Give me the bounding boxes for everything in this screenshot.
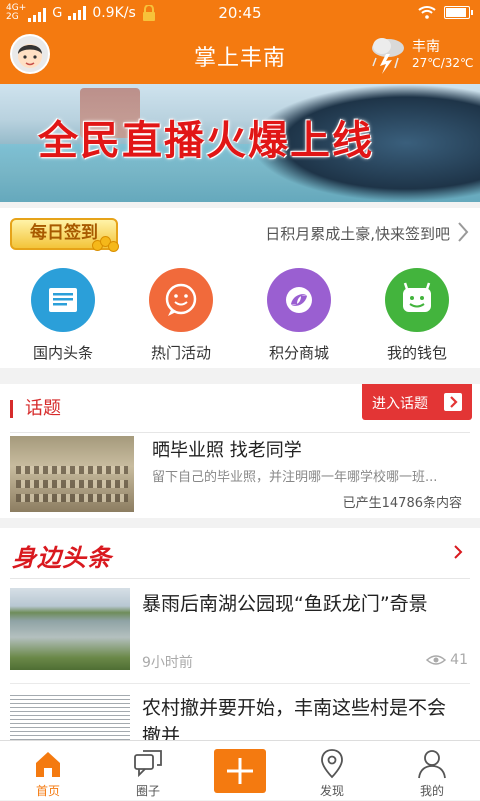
plus-icon — [227, 758, 253, 784]
newspaper-icon — [31, 268, 95, 332]
quick-link-hot-events[interactable]: 热门活动 — [121, 268, 241, 368]
smile-chat-icon — [149, 268, 213, 332]
thunderstorm-icon — [372, 38, 404, 74]
local-news-section: 身边头条 暴雨后南湖公园现“鱼跃龙门”奇景 9小时前 41 农村撤并要开始，丰南… — [0, 528, 480, 740]
topic-heading: 话题 — [10, 400, 61, 418]
tab-label: 首页 — [35, 784, 60, 798]
news-thumbnail-document — [10, 692, 130, 740]
news-item[interactable]: 农村撤并要开始，丰南这些村是不会撤并 — [10, 684, 470, 740]
swirl-icon — [267, 268, 331, 332]
quick-link-label: 我的钱包 — [386, 344, 447, 362]
local-news-divider — [10, 578, 470, 579]
wifi-icon — [418, 6, 436, 19]
wallet-face-icon — [385, 268, 449, 332]
tab-home[interactable]: 首页 — [0, 741, 96, 801]
quick-link-label: 热门活动 — [150, 344, 211, 362]
add-post-button[interactable] — [214, 749, 266, 793]
tab-label: 发现 — [319, 784, 344, 798]
news-views: 41 — [425, 652, 468, 668]
weather-city: 丰南 — [412, 39, 440, 55]
enter-topic-button[interactable]: 进入话题 — [362, 384, 472, 420]
bottom-tab-bar: 首页 圈子 发现 我的 — [0, 740, 480, 800]
topic-content-count: 已产生14786条内容 — [342, 496, 462, 511]
quick-link-points-mall[interactable]: 积分商城 — [239, 268, 359, 368]
app-header: 掌上丰南 丰南 27℃/32℃ — [0, 26, 480, 84]
topic-title[interactable]: 晒毕业照 找老同学 — [152, 436, 302, 462]
status-bar: 4G+ 2G G 0.9K/s 20:45 — [0, 0, 480, 26]
enter-topic-label: 进入话题 — [372, 396, 428, 412]
weather-temperature: 27℃/32℃ — [412, 56, 474, 70]
signin-hint: 日积月累成土豪,快来签到吧 — [265, 225, 450, 243]
quick-link-domestic-news[interactable]: 国内头条 — [3, 268, 123, 368]
news-item[interactable]: 暴雨后南湖公园现“鱼跃龙门”奇景 9小时前 41 — [10, 580, 470, 684]
local-news-heading: 身边头条 — [12, 544, 112, 572]
news-time: 9小时前 — [142, 655, 193, 671]
news-thumbnail-lake — [10, 588, 130, 670]
quick-links: 国内头条 热门活动 积分商城 我的钱包 — [0, 258, 480, 368]
tab-discover[interactable]: 发现 — [284, 741, 380, 801]
chevron-right-icon[interactable] — [452, 542, 464, 562]
banner-slogan: 全民直播火爆上线 — [38, 118, 374, 164]
chat-bubbles-icon — [131, 747, 165, 781]
daily-signin-row[interactable]: 每日签到 日积月累成土豪,快来签到吧 — [0, 208, 480, 258]
arrow-right-icon — [444, 393, 462, 411]
battery-icon — [444, 5, 473, 19]
tab-label: 圈子 — [135, 784, 160, 798]
weather-widget[interactable]: 丰南 27℃/32℃ — [368, 34, 474, 76]
promo-banner[interactable]: 全民直播火爆上线 — [0, 84, 480, 202]
news-view-count: 41 — [450, 652, 468, 668]
topic-section: 话题 进入话题 晒毕业照 找老同学 留下自己的毕业照，并注明哪一年哪学校哪一班.… — [0, 384, 480, 518]
home-icon — [31, 747, 65, 781]
chevron-right-icon — [458, 222, 469, 242]
topic-divider — [10, 432, 470, 433]
quick-link-label: 国内头条 — [32, 344, 93, 362]
coins-icon — [92, 236, 122, 252]
tab-label: 我的 — [419, 784, 444, 798]
news-title: 农村撤并要开始，丰南这些村是不会撤并 — [142, 697, 447, 740]
eye-icon — [425, 655, 446, 665]
location-pin-icon — [315, 747, 349, 781]
person-icon — [415, 747, 449, 781]
clock: 20:45 — [218, 4, 262, 22]
quick-link-label: 积分商城 — [268, 344, 329, 362]
quick-link-my-wallet[interactable]: 我的钱包 — [357, 268, 477, 368]
tab-circle[interactable]: 圈子 — [100, 741, 196, 801]
tab-me[interactable]: 我的 — [384, 741, 480, 801]
news-title: 暴雨后南湖公园现“鱼跃龙门”奇景 — [142, 593, 428, 615]
topic-description: 留下自己的毕业照，并注明哪一年哪学校哪一班... — [152, 470, 438, 485]
graduation-photo-thumbnail[interactable] — [10, 436, 134, 512]
